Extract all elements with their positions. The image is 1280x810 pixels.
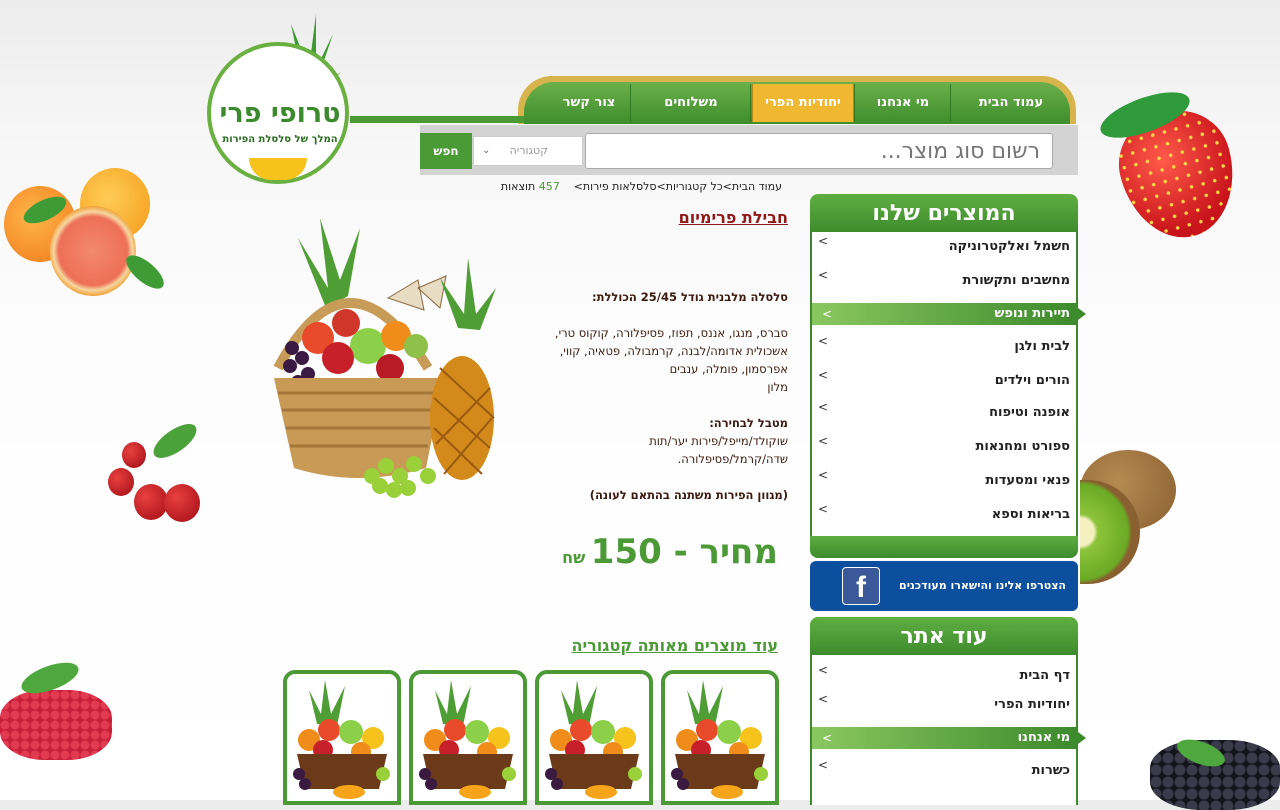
fruit-basket-thumb-image [545, 680, 642, 799]
breadcrumb-path[interactable]: עמוד הבית>כל קטגוריות>סלסלאות פירות> [574, 180, 782, 193]
product-price: מחיר - 150 שח [560, 532, 778, 572]
site-link-kosher[interactable]: כשרות > [818, 758, 1070, 782]
results-label: תוצאות [500, 180, 536, 193]
logo-name: טרופי פרי [219, 98, 341, 129]
sidebar-item-label: פנאי ומסעדות [985, 473, 1070, 488]
sidebar-item-label: הורים וילדים [994, 373, 1070, 388]
sidebar-item-electronics[interactable]: חשמל ואלקטרוניקה > [818, 234, 1070, 258]
categories-panel-footer [810, 536, 1078, 558]
chevron-icon: > [818, 663, 829, 677]
desc-fruits-line: אשכולית אדומה/לבנה, קרמבולה, פטאיה, קווי… [559, 344, 788, 358]
related-product-thumb[interactable] [661, 670, 779, 805]
site-link-label: מי אנחנו [1017, 730, 1070, 745]
sidebar-item-label: ספורט ומחנאות [975, 439, 1070, 454]
nav-separator [630, 84, 631, 122]
fruit-basket-thumb-image [671, 680, 768, 799]
price-currency: שח [562, 548, 586, 567]
cherry-decoration [164, 484, 200, 522]
site-link-label: יחודיות הפרי [994, 697, 1070, 712]
product-image [273, 218, 496, 498]
sidebar-item-label: תיירות ונופש [994, 306, 1070, 321]
product-title[interactable]: חבילת פרימיום [560, 208, 788, 227]
search-button[interactable]: חפש [420, 133, 472, 169]
desc-fruits-line: מלון [767, 380, 788, 394]
sidebar-item-parents-kids[interactable]: הורים וילדים > [818, 368, 1070, 392]
related-product-thumb[interactable] [283, 670, 401, 805]
site-logo[interactable]: טרופי פרי המלך של סלסלת הפירות [205, 12, 355, 192]
more-products-title[interactable]: עוד מוצרים מאותה קטגוריה [540, 636, 778, 655]
chevron-down-icon: ⌄ [482, 145, 491, 156]
search-input[interactable] [585, 133, 1053, 169]
related-product-thumb[interactable] [535, 670, 653, 805]
desc-fruits-line: סברס, מנגו, אננס, תפוז, פסיפלורה, קוקוס … [554, 326, 788, 340]
raspberry-decoration [0, 690, 112, 760]
breadcrumb: עמוד הבית>כל קטגוריות>סלסלאות פירות> 457… [490, 180, 782, 196]
site-link-about[interactable]: מי אנחנו > [812, 727, 1086, 749]
related-product-thumb[interactable] [409, 670, 527, 805]
dip-options-line: שדה/קרמל/פסיפלורה. [677, 452, 788, 466]
facebook-icon: f [842, 567, 880, 605]
facebook-text: הצטרפו אלינו והישארו מעודכנים [899, 579, 1066, 592]
nav-item-about[interactable]: מי אנחנו [856, 84, 950, 122]
sidebar-item-label: חשמל ואלקטרוניקה [948, 239, 1070, 254]
leaf-decoration [148, 417, 202, 465]
nav-item-uniqueness[interactable]: יחודיות הפרי [752, 84, 854, 122]
nav-item-contact[interactable]: צור קשר [548, 84, 630, 122]
cherry-decoration [134, 484, 168, 520]
product-description: סלסלה מלבנית גודל 25/45 הכוללת: סברס, מנ… [530, 288, 788, 504]
sidebar-item-fashion[interactable]: אופנה וטיפוח > [818, 400, 1070, 424]
dip-heading: מטבל לבחירה: [709, 416, 788, 430]
chevron-icon: > [818, 468, 829, 482]
desc-fruits-line: אפרסמון, פומלה, ענבים [669, 362, 788, 376]
fruit-basket-thumb-image [293, 680, 390, 799]
grapefruit-decoration [50, 206, 136, 296]
fruit-basket-thumb-image [419, 680, 516, 799]
chevron-icon: > [818, 334, 829, 348]
chevron-icon: > [818, 434, 829, 448]
price-value: מחיר - 150 [590, 532, 778, 572]
category-select-label: קטגוריה [509, 144, 548, 157]
chevron-icon: > [818, 368, 829, 382]
sidebar-item-health[interactable]: בריאות וספא > [818, 502, 1070, 526]
cherry-decoration [108, 468, 134, 496]
cherry-decoration [122, 442, 146, 468]
nav-separator [750, 84, 751, 122]
category-select[interactable]: ⌄ קטגוריה [473, 136, 583, 166]
nav-separator [950, 84, 951, 122]
site-link-home[interactable]: דף הבית > [818, 663, 1070, 687]
sidebar-item-label: אופנה וטיפוח [989, 405, 1070, 420]
nav-item-shipping[interactable]: משלוחים [632, 84, 750, 122]
chevron-icon: > [818, 234, 829, 248]
sidebar-item-leisure[interactable]: פנאי ומסעדות > [818, 468, 1070, 492]
nav-item-home[interactable]: עמוד הבית [952, 84, 1070, 122]
site-link-uniqueness[interactable]: יחודיות הפרי > [818, 692, 1070, 716]
chevron-icon: > [822, 307, 833, 321]
sidebar-item-label: בריאות וספא [991, 507, 1070, 522]
chevron-icon: > [818, 758, 829, 772]
chevron-icon: > [818, 692, 829, 706]
sidebar-item-sport[interactable]: ספורט ומחנאות > [818, 434, 1070, 458]
logo-tagline: המלך של סלסלת הפירות [222, 134, 338, 145]
sidebar-item-tourism[interactable]: תיירות ונופש > [812, 303, 1086, 325]
desc-heading: סלסלה מלבנית גודל 25/45 הכוללת: [592, 290, 788, 304]
site-link-label: דף הבית [1019, 668, 1070, 683]
sidebar-item-label: לבית ולגן [1014, 339, 1070, 354]
site-link-label: כשרות [1031, 763, 1070, 778]
more-site-header: עוד אתר [810, 617, 1078, 657]
sidebar-item-label: מחשבים ותקשורת [962, 273, 1070, 288]
facebook-banner[interactable]: f הצטרפו אלינו והישארו מעודכנים [810, 561, 1078, 611]
sidebar-item-home-garden[interactable]: לבית ולגן > [818, 334, 1070, 358]
nav-separator [854, 84, 855, 122]
results-count: 457 [538, 180, 560, 193]
chevron-icon: > [818, 400, 829, 414]
our-products-header: המוצרים שלנו [810, 194, 1078, 234]
chevron-icon: > [822, 731, 833, 745]
dip-options-line: שוקולד/מייפל/פירות יער/תות [649, 434, 788, 448]
chevron-icon: > [818, 268, 829, 282]
season-note: (מגוון הפירות משתנה בהתאם לעונה) [589, 488, 788, 502]
chevron-icon: > [818, 502, 829, 516]
nav-underline [350, 116, 524, 123]
sidebar-item-computers[interactable]: מחשבים ותקשורת > [818, 268, 1070, 292]
